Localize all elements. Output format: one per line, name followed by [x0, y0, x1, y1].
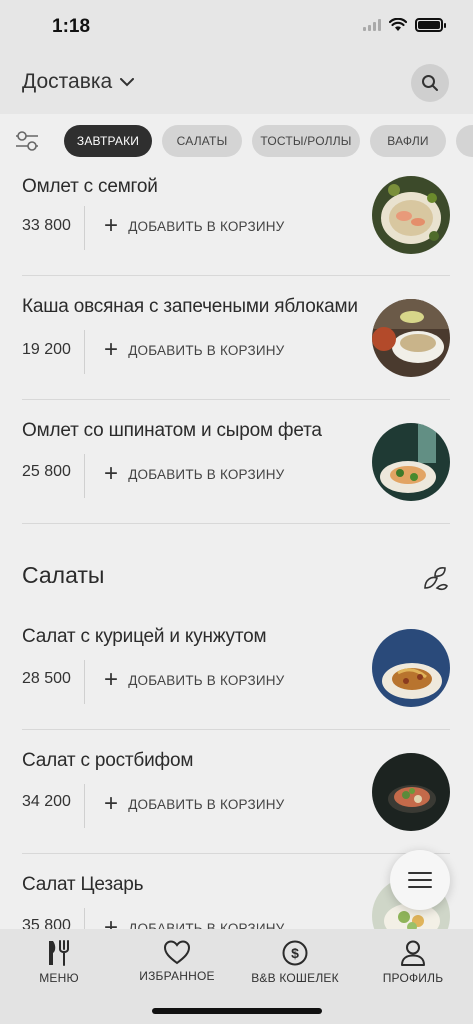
search-button[interactable]: [411, 64, 449, 102]
status-icons: [363, 18, 446, 32]
dish-image: [372, 423, 450, 501]
item-name: Салат Цезарь: [22, 874, 144, 895]
category-filters: ЗАВТРАКИ САЛАТЫ ТОСТЫ/РОЛЛЫ ВАФЛИ: [0, 114, 473, 170]
divider: [84, 908, 85, 930]
hamburger-icon: [408, 872, 432, 888]
header: Доставка: [0, 56, 473, 114]
delivery-label: Доставка: [22, 70, 113, 93]
profile-icon: [401, 940, 425, 966]
dish-image: [372, 176, 450, 254]
wifi-icon: [389, 18, 407, 31]
add-to-cart-button[interactable]: + ДОБАВИТЬ В КОРЗИНУ: [104, 460, 285, 487]
plus-icon: +: [104, 790, 119, 817]
add-to-cart-label: ДОБАВИТЬ В КОРЗИНУ: [128, 342, 285, 358]
chip-toasts-rolls[interactable]: ТОСТЫ/РОЛЛЫ: [252, 125, 360, 157]
section-title: Салаты: [22, 562, 105, 588]
add-to-cart-label: ДОБАВИТЬ В КОРЗИНУ: [128, 672, 285, 688]
leaves-icon: [424, 567, 448, 591]
delivery-selector[interactable]: Доставка: [22, 70, 135, 94]
plus-icon: +: [104, 666, 119, 693]
item-price: 28 500: [22, 670, 71, 687]
search-icon: [422, 75, 438, 91]
divider: [84, 330, 85, 374]
chip-waffles[interactable]: ВАФЛИ: [370, 125, 446, 157]
item-price: 34 200: [22, 793, 71, 810]
battery-icon: [415, 18, 446, 32]
chevron-down-icon: [120, 77, 135, 86]
list-item[interactable]: Салат Цезарь 35 800 + ДОБАВИТЬ В КОРЗИНУ: [22, 854, 450, 930]
item-name: Омлет со шпинатом и сыром фета: [22, 420, 322, 441]
chip-more[interactable]: [456, 125, 473, 157]
list-item[interactable]: Салат с ростбифом 34 200 + ДОБАВИТЬ В КО…: [22, 730, 450, 854]
signal-icon: [363, 19, 381, 31]
home-indicator: [152, 1008, 322, 1014]
menu-fab-button[interactable]: [390, 850, 450, 910]
item-name: Салат с ростбифом: [22, 750, 194, 771]
cutlery-icon: [49, 940, 69, 966]
plus-icon: +: [104, 460, 119, 487]
filter-icon[interactable]: [14, 128, 40, 154]
dish-image: [372, 629, 450, 707]
dish-image: [372, 299, 450, 377]
add-to-cart-label: ДОБАВИТЬ В КОРЗИНУ: [128, 218, 285, 234]
tab-menu[interactable]: МЕНЮ: [4, 939, 114, 985]
category-chips: ЗАВТРАКИ САЛАТЫ ТОСТЫ/РОЛЛЫ ВАФЛИ: [64, 125, 473, 157]
item-price: 19 200: [22, 341, 71, 358]
divider: [84, 660, 85, 704]
add-to-cart-button[interactable]: + ДОБАВИТЬ В КОРЗИНУ: [104, 666, 285, 693]
add-to-cart-button[interactable]: + ДОБАВИТЬ В КОРЗИНУ: [104, 212, 285, 239]
status-bar: 1:18: [0, 0, 473, 56]
divider: [84, 454, 85, 498]
list-item[interactable]: Каша овсяная с запечеными яблоками 19 20…: [22, 276, 450, 400]
item-name: Каша овсяная с запечеными яблоками: [22, 296, 358, 317]
status-time: 1:18: [52, 16, 91, 37]
svg-text:$: $: [291, 945, 299, 961]
tab-profile-label: ПРОФИЛЬ: [382, 971, 444, 985]
item-name: Салат с курицей и кунжутом: [22, 626, 267, 647]
dish-image: [372, 753, 450, 831]
menu-list[interactable]: Омлет с семгой 33 800 + ДОБАВИТЬ В КОРЗИ…: [0, 170, 473, 930]
tab-menu-label: МЕНЮ: [39, 971, 79, 985]
add-to-cart-label: ДОБАВИТЬ В КОРЗИНУ: [128, 466, 285, 482]
plus-icon: +: [104, 336, 119, 363]
tab-wallet[interactable]: $ B&B КОШЕЛЕК: [240, 939, 350, 985]
heart-icon: [163, 940, 191, 965]
list-item[interactable]: Омлет со шпинатом и сыром фета 25 800 + …: [22, 400, 450, 524]
item-price: 33 800: [22, 217, 71, 234]
tab-wallet-label: B&B КОШЕЛЕК: [251, 971, 339, 985]
tab-profile[interactable]: ПРОФИЛЬ: [358, 939, 468, 985]
tab-favorites-label: ИЗБРАННОЕ: [139, 969, 215, 983]
divider: [84, 206, 85, 250]
plus-icon: +: [104, 212, 119, 239]
add-to-cart-label: ДОБАВИТЬ В КОРЗИНУ: [128, 796, 285, 812]
list-item[interactable]: Салат с курицей и кунжутом 28 500 + ДОБА…: [22, 606, 450, 730]
divider: [84, 784, 85, 828]
item-price: 25 800: [22, 463, 71, 480]
chip-salads[interactable]: САЛАТЫ: [162, 125, 242, 157]
dollar-coin-icon: $: [282, 940, 308, 966]
chip-breakfast[interactable]: ЗАВТРАКИ: [64, 125, 152, 157]
add-to-cart-button[interactable]: + ДОБАВИТЬ В КОРЗИНУ: [104, 790, 285, 817]
item-name: Омлет с семгой: [22, 176, 158, 197]
add-to-cart-button[interactable]: + ДОБАВИТЬ В КОРЗИНУ: [104, 336, 285, 363]
list-item[interactable]: Омлет с семгой 33 800 + ДОБАВИТЬ В КОРЗИ…: [22, 170, 450, 276]
tab-favorites[interactable]: ИЗБРАННОЕ: [122, 939, 232, 983]
